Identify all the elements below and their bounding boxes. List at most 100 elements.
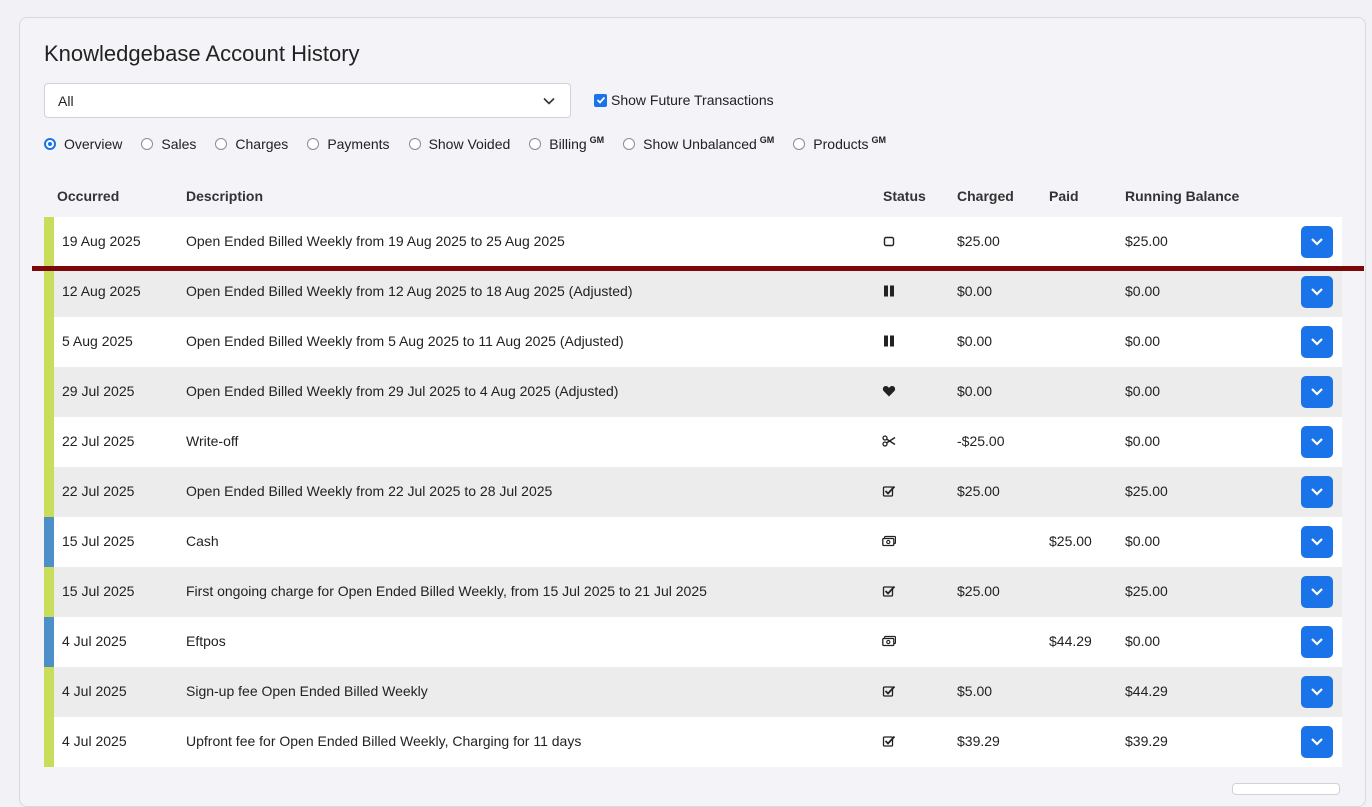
row-expand-button[interactable]: [1301, 576, 1333, 608]
chevron-down-icon: [1311, 338, 1323, 346]
table-header: Occurred Description Status Charged Paid…: [44, 188, 1342, 206]
chevron-down-icon: [1311, 488, 1323, 496]
cell-running-balance: $0.00: [1125, 383, 1161, 399]
chevron-down-icon: [1311, 538, 1323, 546]
radio-sales[interactable]: Sales: [141, 136, 196, 152]
cell-charged: $25.00: [957, 483, 1000, 499]
checkbox-icon: [882, 735, 896, 747]
header-occurred: Occurred: [57, 188, 120, 204]
money-icon: [882, 635, 896, 647]
radio-charges[interactable]: Charges: [215, 136, 288, 152]
radio-products[interactable]: Products GM: [793, 135, 886, 152]
transaction-type-stripe: [44, 567, 54, 617]
chevron-down-icon: [1311, 738, 1323, 746]
cell-running-balance: $25.00: [1125, 583, 1168, 599]
cell-occurred: 22 Jul 2025: [62, 433, 135, 449]
row-expand-button[interactable]: [1301, 526, 1333, 558]
show-future-checkbox[interactable]: [594, 93, 607, 107]
chevron-down-icon: [1311, 288, 1323, 296]
radio-button[interactable]: [408, 138, 421, 150]
row-expand-button[interactable]: [1301, 426, 1333, 458]
row-expand-button[interactable]: [1301, 676, 1333, 708]
square-outline-icon: [883, 236, 895, 247]
row-expand-button[interactable]: [1301, 726, 1333, 758]
radio-overview[interactable]: Overview: [44, 136, 122, 152]
chevron-down-icon: [1311, 588, 1323, 596]
table-row: 22 Jul 2025 Open Ended Billed Weekly from…: [44, 467, 1342, 517]
transaction-type-stripe: [44, 267, 54, 317]
transactions-table: 19 Aug 2025 Open Ended Billed Weekly from…: [44, 217, 1342, 767]
radio-button[interactable]: [141, 138, 154, 150]
cell-running-balance: $39.29: [1125, 733, 1168, 749]
radio-label: Billing: [549, 136, 587, 152]
cell-occurred: 5 Aug 2025: [62, 333, 133, 349]
table-row: 4 Jul 2025 Upfront fee for Open Ended Bil…: [44, 717, 1342, 767]
cell-paid: $44.29: [1049, 633, 1092, 649]
pause-icon: [884, 285, 894, 297]
row-expand-button[interactable]: [1301, 376, 1333, 408]
show-future-label: Show Future Transactions: [611, 92, 774, 108]
radio-button[interactable]: [623, 138, 636, 150]
table-row: 29 Jul 2025 Open Ended Billed Weekly from…: [44, 367, 1342, 417]
show-future-transactions[interactable]: Show Future Transactions: [594, 92, 774, 108]
radio-button[interactable]: [793, 138, 806, 150]
cell-charged: $39.29: [957, 733, 1000, 749]
chevron-down-icon: [543, 97, 555, 105]
cell-charged: $25.00: [957, 583, 1000, 599]
radio-payments[interactable]: Payments: [307, 136, 390, 152]
cell-description: Open Ended Billed Weekly from 22 Jul 202…: [186, 483, 553, 499]
cell-description: Open Ended Billed Weekly from 5 Aug 2025…: [186, 333, 624, 349]
gm-badge: GM: [589, 135, 605, 145]
checkbox-icon: [882, 685, 896, 697]
radio-label: Products: [813, 136, 869, 152]
cell-charged: $0.00: [957, 333, 993, 349]
cell-paid: $25.00: [1049, 533, 1092, 549]
view-mode-radio-group: Overview Sales Charges Payments Show Voided B…: [44, 135, 905, 152]
radio-show-unbalanced[interactable]: Show Unbalanced GM: [623, 135, 775, 152]
radio-button[interactable]: [215, 138, 228, 150]
page-title: Knowledgebase Account History: [44, 41, 360, 66]
header-status: Status: [883, 188, 926, 204]
cell-description: Sign-up fee Open Ended Billed Weekly: [186, 683, 428, 699]
radio-button[interactable]: [44, 138, 56, 150]
cell-charged: $5.00: [957, 683, 993, 699]
chevron-down-icon: [1311, 638, 1323, 646]
row-expand-button[interactable]: [1301, 626, 1333, 658]
radio-billing[interactable]: Billing GM: [529, 135, 605, 152]
cell-running-balance: $44.29: [1125, 683, 1168, 699]
cell-charged: $0.00: [957, 383, 993, 399]
chevron-down-icon: [1311, 438, 1323, 446]
table-row: 15 Jul 2025 Cash $25.00 $0.00: [44, 517, 1342, 567]
row-expand-button[interactable]: [1301, 276, 1333, 308]
transaction-type-stripe: [44, 217, 54, 267]
radio-label: Show Voided: [428, 136, 511, 152]
money-icon: [882, 535, 896, 547]
cell-description: First ongoing charge for Open Ended Bill…: [186, 583, 707, 599]
radio-label: Overview: [64, 136, 123, 152]
row-expand-button[interactable]: [1301, 326, 1333, 358]
cell-description: Upfront fee for Open Ended Billed Weekly…: [186, 733, 582, 749]
radio-show-voided[interactable]: Show Voided: [408, 136, 511, 152]
cell-description: Write-off: [186, 433, 239, 449]
pagination-button[interactable]: [1232, 783, 1340, 795]
chevron-down-icon: [1311, 388, 1323, 396]
cell-occurred: 12 Aug 2025: [62, 283, 141, 299]
transaction-type-stripe: [44, 317, 54, 367]
transaction-type-stripe: [44, 467, 54, 517]
row-expand-button[interactable]: [1301, 226, 1333, 258]
cell-description: Open Ended Billed Weekly from 19 Aug 202…: [186, 233, 565, 249]
radio-button[interactable]: [307, 138, 320, 150]
radio-label: Charges: [235, 136, 289, 152]
row-expand-button[interactable]: [1301, 476, 1333, 508]
cell-description: Open Ended Billed Weekly from 12 Aug 202…: [186, 283, 633, 299]
header-charged: Charged: [957, 188, 1014, 204]
radio-button[interactable]: [529, 138, 542, 150]
table-row: 22 Jul 2025 Write-off -$25.00 $0.00: [44, 417, 1342, 467]
cell-running-balance: $25.00: [1125, 233, 1168, 249]
transaction-filter-select[interactable]: All: [44, 83, 571, 118]
cell-running-balance: $0.00: [1125, 283, 1161, 299]
checkbox-icon: [882, 585, 896, 597]
transaction-type-stripe: [44, 617, 54, 667]
cell-running-balance: $0.00: [1125, 533, 1161, 549]
gm-badge: GM: [759, 135, 775, 145]
